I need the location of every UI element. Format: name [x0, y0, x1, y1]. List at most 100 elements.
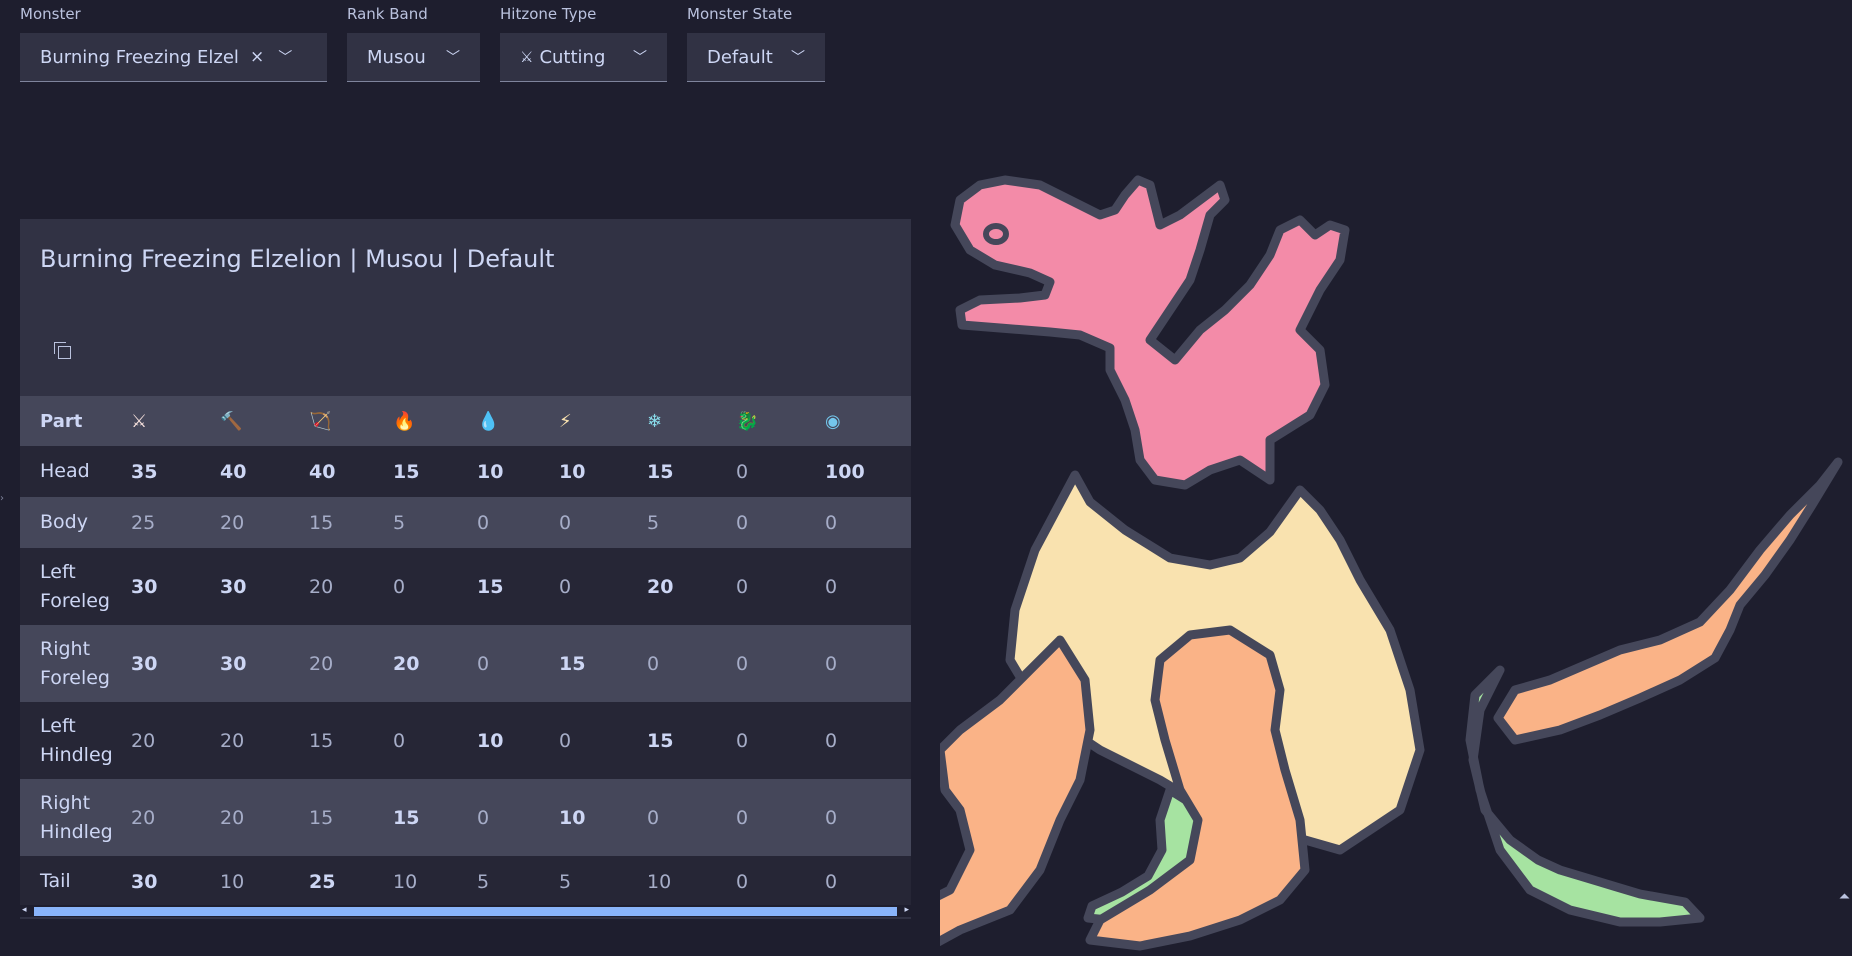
hitzone-value: 0	[559, 729, 572, 752]
hitzone-value: 10	[477, 729, 504, 752]
hitzone-value: 0	[477, 511, 490, 534]
hitzone-value: 5	[477, 870, 490, 893]
hitzone-value: 0	[825, 511, 838, 534]
hitzone-value: 15	[393, 806, 420, 829]
monster-select[interactable]: Burning Freezing Elzelion × ﹀	[20, 33, 327, 82]
table-row: Tail 30 10 25 10 5 5 10 0 0	[20, 856, 911, 907]
part-name: Head	[40, 460, 90, 482]
monster-head[interactable]	[950, 175, 1350, 490]
scroll-to-top-icon[interactable]: ⏶	[1839, 889, 1850, 905]
hitzone-select[interactable]: ⚔ Cutting ﹀	[500, 33, 667, 82]
hitzone-value: 20	[309, 575, 334, 598]
hitzone-value: 40	[309, 460, 336, 483]
hitzone-value: 100	[825, 460, 865, 483]
hitzone-value: 30	[131, 575, 158, 598]
chevron-down-icon[interactable]: ﹀	[446, 47, 460, 67]
hitzone-value: 30	[220, 575, 247, 598]
hitzone-value: 20	[220, 729, 245, 752]
hitzone-value: 20	[131, 806, 156, 829]
horizontal-scrollbar[interactable]: ◂ ▸	[20, 905, 911, 917]
hitzone-value: 0	[736, 575, 749, 598]
part-name: Body	[40, 511, 88, 533]
monster-eye	[983, 223, 1009, 245]
hitzone-value: 15	[559, 652, 586, 675]
part-column-header: Part	[40, 410, 83, 432]
hitzone-value: 0	[736, 511, 749, 534]
scroll-right-icon[interactable]: ▸	[904, 905, 909, 915]
rank-filter-label: Rank Band	[347, 5, 428, 23]
hitzone-value: 15	[309, 729, 334, 752]
chevron-down-icon[interactable]: ﹀	[278, 47, 292, 67]
hitzone-value: 25	[131, 511, 156, 534]
ice-icon: ❄	[647, 410, 663, 432]
hitzone-value: 0	[736, 652, 749, 675]
scroll-left-icon[interactable]: ◂	[22, 905, 27, 915]
hitzone-panel: Burning Freezing Elzelion | Musou | Defa…	[20, 219, 911, 919]
part-name: Tail	[40, 870, 71, 892]
edge-marker: ›	[0, 493, 4, 504]
hitzone-table: Part ⚔ 🔨 🏹 🔥 💧 ⚡ ❄ 🐉 ◉ Head 35 40 40 15 10 10 1…	[20, 396, 911, 907]
table-row: Body 25 20 15 5 0 0 5 0 0	[20, 497, 911, 548]
hitzone-value: 10	[477, 460, 504, 483]
hitzone-value: 20	[220, 511, 245, 534]
stun-icon: ◉	[825, 410, 841, 432]
thunder-icon: ⚡	[559, 410, 572, 432]
table-row: Left Hindleg 20 20 15 0 10 0 15 0 0	[20, 702, 911, 779]
hitzone-value: 15	[477, 575, 504, 598]
hitzone-value: 20	[393, 652, 420, 675]
table-header-row: Part ⚔ 🔨 🏹 🔥 💧 ⚡ ❄ 🐉 ◉	[20, 396, 911, 446]
table-row: Head 35 40 40 15 10 10 15 0 100	[20, 446, 911, 497]
hitzone-value: 0	[477, 652, 490, 675]
hitzone-value: 0	[393, 575, 406, 598]
hitzone-value: 20	[220, 806, 245, 829]
clear-icon[interactable]: ×	[250, 47, 264, 67]
hitzone-value: 0	[825, 575, 838, 598]
rank-select[interactable]: Musou ﹀	[347, 33, 480, 82]
hitzone-value: 30	[131, 652, 158, 675]
monster-tail[interactable]	[1493, 457, 1843, 745]
hitzone-value: 5	[393, 511, 406, 534]
hitzone-value: 20	[131, 729, 156, 752]
hitzone-value: 20	[309, 652, 334, 675]
hitzone-value: 0	[559, 575, 572, 598]
hitzone-value: 15	[309, 806, 334, 829]
hitzone-value: 10	[559, 806, 586, 829]
rank-select-value: Musou	[367, 46, 426, 68]
part-name: Left Foreleg	[40, 560, 110, 612]
hitzone-value: 30	[220, 652, 247, 675]
panel-title: Burning Freezing Elzelion | Musou | Defa…	[40, 245, 555, 273]
monster-select-value: Burning Freezing Elzelion	[40, 46, 238, 68]
hitzone-value: 0	[647, 652, 660, 675]
hitzone-value: 10	[559, 460, 586, 483]
hitzone-value: 25	[309, 870, 336, 893]
dragon-icon: 🐉	[736, 410, 759, 432]
hammer-icon: 🔨	[220, 410, 243, 432]
hitzone-value: 35	[131, 460, 158, 483]
hitzone-value: 0	[736, 460, 749, 483]
monster-hitzone-diagram	[940, 175, 1843, 952]
copy-icon[interactable]	[54, 342, 71, 359]
table-row: Right Foreleg 30 30 20 20 0 15 0 0 0	[20, 625, 911, 702]
bow-icon: 🏹	[309, 410, 332, 432]
scrollbar-thumb[interactable]	[34, 907, 897, 916]
hitzone-value: 10	[393, 870, 418, 893]
sword-icon: ⚔	[520, 48, 534, 66]
chevron-down-icon[interactable]: ﹀	[791, 47, 805, 67]
hitzone-value: 0	[825, 652, 838, 675]
chevron-down-icon[interactable]: ﹀	[633, 47, 647, 67]
hitzone-value: 0	[736, 729, 749, 752]
state-filter-label: Monster State	[687, 5, 793, 23]
monster-left-foreleg[interactable]	[940, 635, 1095, 952]
state-select-value: Default	[707, 46, 773, 68]
hitzone-value: 15	[309, 511, 334, 534]
hitzone-value: 5	[559, 870, 572, 893]
hitzone-value: 15	[393, 460, 420, 483]
hitzone-value: 0	[825, 806, 838, 829]
hitzone-value: 5	[647, 511, 660, 534]
hitzone-value: 0	[647, 806, 660, 829]
water-icon: 💧	[477, 410, 500, 432]
state-select[interactable]: Default ﹀	[687, 33, 825, 82]
part-name: Right Hindleg	[40, 791, 113, 843]
hitzone-value: 30	[131, 870, 158, 893]
hitzone-value: 20	[647, 575, 674, 598]
